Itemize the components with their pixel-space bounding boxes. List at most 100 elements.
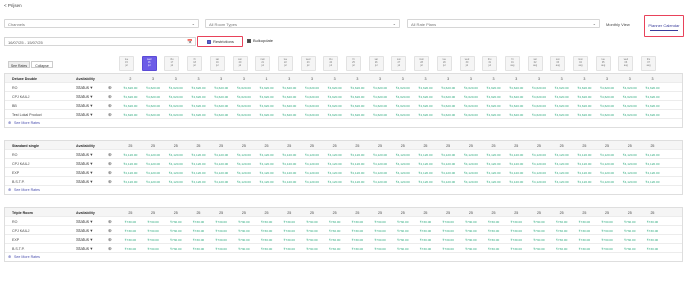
- price-cell[interactable]: ₹4,120.00: [437, 180, 460, 184]
- edit-icon[interactable]: ⊕: [108, 103, 112, 109]
- availability-cell[interactable]: 25: [528, 144, 551, 148]
- price-cell[interactable]: ₹730.00: [437, 247, 460, 251]
- price-cell[interactable]: ₹4,620.00: [255, 86, 278, 90]
- price-cell[interactable]: ₹4,620.00: [233, 95, 256, 99]
- price-cell[interactable]: ₹4,120.00: [528, 153, 551, 157]
- date-range-input[interactable]: 16/07/25 - 15/07/25 📅: [4, 37, 196, 46]
- price-cell[interactable]: ₹730.00: [323, 247, 346, 251]
- edit-icon[interactable]: ⊕: [108, 85, 112, 91]
- price-cell[interactable]: ₹4,620.00: [255, 95, 278, 99]
- edit-icon[interactable]: ⊕: [108, 112, 112, 118]
- see-more-rates-link[interactable]: See More Rates: [5, 186, 682, 194]
- date-header-cell[interactable]: thu 07 aug: [641, 56, 657, 71]
- availability-cell[interactable]: 3: [460, 77, 483, 81]
- price-cell[interactable]: ₹4,120.00: [437, 162, 460, 166]
- price-cell[interactable]: ₹730.00: [346, 220, 369, 224]
- price-cell[interactable]: ₹4,620.00: [437, 95, 460, 99]
- price-cell[interactable]: ₹730.00: [187, 247, 210, 251]
- price-cell[interactable]: ₹730.00: [482, 229, 505, 233]
- price-cell[interactable]: ₹4,120.00: [119, 180, 142, 184]
- availability-cell[interactable]: 3: [210, 77, 233, 81]
- price-cell[interactable]: ₹730.00: [641, 220, 664, 224]
- status-select[interactable]: Status ▾: [76, 161, 93, 167]
- price-cell[interactable]: ₹4,120.00: [369, 162, 392, 166]
- price-cell[interactable]: ₹4,620.00: [437, 104, 460, 108]
- price-cell[interactable]: ₹4,620.00: [323, 113, 346, 117]
- price-cell[interactable]: ₹730.00: [187, 229, 210, 233]
- price-cell[interactable]: ₹730.00: [278, 229, 301, 233]
- price-cell[interactable]: ₹4,120.00: [414, 180, 437, 184]
- price-cell[interactable]: ₹4,120.00: [550, 171, 573, 175]
- availability-cell[interactable]: 25: [301, 144, 324, 148]
- date-header-cell[interactable]: mon 21 jul: [255, 56, 271, 71]
- price-cell[interactable]: ₹4,620.00: [550, 113, 573, 117]
- price-cell[interactable]: ₹730.00: [414, 238, 437, 242]
- price-cell[interactable]: ₹4,620.00: [414, 113, 437, 117]
- price-cell[interactable]: ₹4,620.00: [323, 104, 346, 108]
- price-cell[interactable]: ₹4,620.00: [119, 104, 142, 108]
- price-cell[interactable]: ₹4,120.00: [573, 162, 596, 166]
- availability-cell[interactable]: 25: [187, 211, 210, 215]
- price-cell[interactable]: ₹4,620.00: [346, 86, 369, 90]
- price-cell[interactable]: ₹4,120.00: [528, 171, 551, 175]
- price-cell[interactable]: ₹4,620.00: [278, 113, 301, 117]
- price-cell[interactable]: ₹4,620.00: [346, 95, 369, 99]
- price-cell[interactable]: ₹730.00: [187, 220, 210, 224]
- price-cell[interactable]: ₹730.00: [233, 229, 256, 233]
- price-cell[interactable]: ₹730.00: [437, 238, 460, 242]
- availability-cell[interactable]: 3: [482, 77, 505, 81]
- price-cell[interactable]: ₹4,120.00: [210, 180, 233, 184]
- price-cell[interactable]: ₹4,620.00: [596, 95, 619, 99]
- price-cell[interactable]: ₹730.00: [278, 238, 301, 242]
- price-cell[interactable]: ₹730.00: [301, 247, 324, 251]
- availability-cell[interactable]: 3: [142, 77, 165, 81]
- availability-cell[interactable]: 25: [119, 144, 142, 148]
- date-header-cell[interactable]: fri 01 aug: [504, 56, 520, 71]
- price-cell[interactable]: ₹730.00: [346, 247, 369, 251]
- see-more-rates-link[interactable]: See More Rates: [5, 253, 682, 261]
- price-cell[interactable]: ₹730.00: [323, 238, 346, 242]
- availability-cell[interactable]: 25: [641, 211, 664, 215]
- price-cell[interactable]: ₹4,620.00: [210, 113, 233, 117]
- availability-cell[interactable]: 25: [505, 144, 528, 148]
- price-cell[interactable]: ₹4,120.00: [323, 171, 346, 175]
- price-cell[interactable]: ₹4,620.00: [414, 104, 437, 108]
- price-cell[interactable]: ₹730.00: [278, 247, 301, 251]
- availability-cell[interactable]: 3: [187, 77, 210, 81]
- price-cell[interactable]: ₹4,120.00: [391, 162, 414, 166]
- price-cell[interactable]: ₹4,620.00: [391, 86, 414, 90]
- price-cell[interactable]: ₹4,120.00: [278, 153, 301, 157]
- availability-cell[interactable]: 3: [618, 77, 641, 81]
- price-cell[interactable]: ₹4,620.00: [187, 104, 210, 108]
- price-cell[interactable]: ₹730.00: [255, 229, 278, 233]
- price-cell[interactable]: ₹4,620.00: [142, 104, 165, 108]
- availability-cell[interactable]: 3: [301, 77, 324, 81]
- date-header-cell[interactable]: thu 24 jul: [323, 56, 339, 71]
- price-cell[interactable]: ₹4,620.00: [596, 86, 619, 90]
- price-cell[interactable]: ₹730.00: [550, 220, 573, 224]
- price-cell[interactable]: ₹4,620.00: [301, 86, 324, 90]
- price-cell[interactable]: ₹4,120.00: [460, 171, 483, 175]
- price-cell[interactable]: ₹730.00: [573, 247, 596, 251]
- price-cell[interactable]: ₹4,120.00: [641, 171, 664, 175]
- price-cell[interactable]: ₹4,120.00: [391, 171, 414, 175]
- price-cell[interactable]: ₹730.00: [482, 247, 505, 251]
- price-cell[interactable]: ₹730.00: [618, 229, 641, 233]
- price-cell[interactable]: ₹4,620.00: [391, 104, 414, 108]
- edit-icon[interactable]: ⊕: [108, 94, 112, 100]
- price-cell[interactable]: ₹4,120.00: [528, 180, 551, 184]
- price-cell[interactable]: ₹4,620.00: [505, 104, 528, 108]
- price-cell[interactable]: ₹4,120.00: [414, 171, 437, 175]
- availability-cell[interactable]: 25: [255, 144, 278, 148]
- price-cell[interactable]: ₹730.00: [164, 220, 187, 224]
- price-cell[interactable]: ₹4,620.00: [505, 86, 528, 90]
- date-header-cell[interactable]: sat 19 jul: [209, 56, 225, 71]
- availability-cell[interactable]: 25: [119, 211, 142, 215]
- price-cell[interactable]: ₹4,120.00: [369, 153, 392, 157]
- date-header-cell[interactable]: wed 23 jul: [300, 56, 316, 71]
- price-cell[interactable]: ₹4,620.00: [618, 95, 641, 99]
- availability-cell[interactable]: 25: [414, 144, 437, 148]
- planner-calendar-tab[interactable]: Planner Calendar: [644, 15, 684, 37]
- price-cell[interactable]: ₹4,120.00: [618, 153, 641, 157]
- price-cell[interactable]: ₹4,620.00: [255, 113, 278, 117]
